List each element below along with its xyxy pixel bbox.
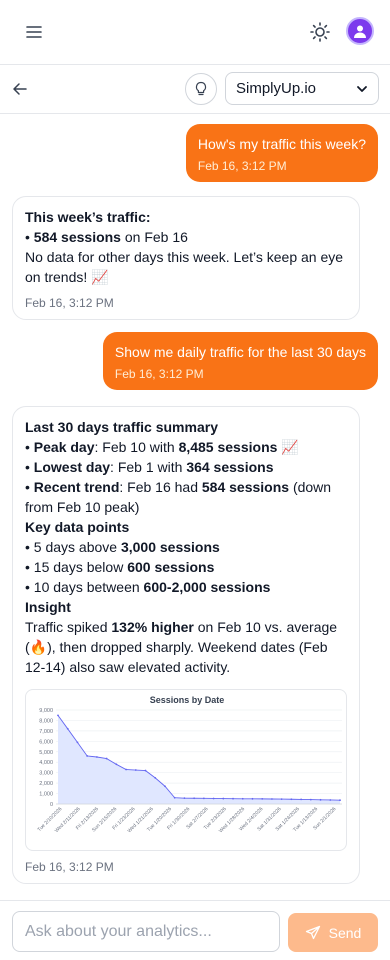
y-tick-label: 8,000 xyxy=(39,718,53,724)
data-point xyxy=(241,797,244,800)
arrow-left-icon[interactable] xyxy=(10,79,30,99)
data-point xyxy=(329,799,332,801)
lightbulb-icon xyxy=(195,81,207,96)
message-text: How's my traffic this week? xyxy=(197,136,366,152)
data-point xyxy=(222,797,225,800)
area-fill xyxy=(58,715,340,804)
chart-title: Sessions by Date xyxy=(150,695,225,705)
data-point xyxy=(300,798,303,801)
message-timestamp: Feb 16, 3:12 PM xyxy=(25,860,114,874)
y-tick-label: 2,000 xyxy=(39,781,53,787)
data-point xyxy=(290,798,293,801)
hamburger-icon[interactable] xyxy=(24,22,44,42)
message-heading: Last 30 days traffic summary xyxy=(25,419,218,435)
sessions-chart: Sessions by Date 0 1,000 2,000 3,000 4,000 5,0… xyxy=(25,689,347,851)
y-tick-label: 6,000 xyxy=(39,739,53,745)
data-point xyxy=(86,755,89,757)
data-point xyxy=(105,757,108,760)
site-select-value: SimplyUp.io xyxy=(236,80,317,97)
data-point xyxy=(183,797,186,800)
data-point xyxy=(193,797,196,800)
data-point xyxy=(319,798,322,801)
user-message: Show me daily traffic for the last 30 da… xyxy=(102,332,378,390)
assistant-message: Last 30 days traffic summary • Peak day:… xyxy=(12,406,360,884)
y-tick-label: 1,000 xyxy=(39,792,53,798)
y-tick-label: 7,000 xyxy=(39,729,53,735)
chat-toolbar: SimplyUp.io xyxy=(0,65,390,114)
y-tick-label: 4,000 xyxy=(39,760,53,766)
y-tick-label: 5,000 xyxy=(39,750,53,756)
data-point xyxy=(164,785,166,788)
section-heading: Key data points xyxy=(25,519,130,535)
data-point xyxy=(154,776,157,779)
message-line: • 5 days above 3,000 sessions xyxy=(25,539,220,555)
send-label: Send xyxy=(328,924,362,941)
data-point xyxy=(339,799,341,802)
data-point xyxy=(76,741,79,744)
data-point xyxy=(125,768,127,771)
chat-input[interactable] xyxy=(12,911,280,952)
data-point xyxy=(134,769,137,771)
data-point xyxy=(309,798,312,801)
y-tick-label: 0 xyxy=(50,802,53,808)
site-select[interactable]: SimplyUp.io xyxy=(225,72,379,105)
message-line: No data for other days this week. Let’s … xyxy=(25,249,344,285)
message-timestamp: Feb 16, 3:12 PM xyxy=(25,296,114,310)
data-point xyxy=(95,756,98,758)
chart-svg: Sessions by Date 0 1,000 2,000 3,000 4,000 5,0… xyxy=(36,695,342,834)
data-point xyxy=(251,797,254,800)
message-line: • Lowest day: Feb 1 with 364 sessions xyxy=(25,459,274,475)
message-line: • 584 sessions on Feb 16 xyxy=(25,229,188,245)
message-timestamp: Feb 16, 3:12 PM xyxy=(114,367,204,381)
data-point xyxy=(212,797,215,800)
section-heading: Insight xyxy=(25,599,71,615)
message-heading: This week’s traffic: xyxy=(25,209,151,225)
data-point xyxy=(115,763,118,766)
paper-plane-icon xyxy=(305,925,320,939)
y-tick-label: 9,000 xyxy=(39,708,53,714)
message-line: • 15 days below 600 sessions xyxy=(25,559,215,575)
data-point xyxy=(202,797,205,800)
send-button[interactable]: Send xyxy=(288,913,378,952)
message-text: Show me daily traffic for the last 30 da… xyxy=(114,344,366,360)
message-line: • Peak day: Feb 10 with 8,485 sessions 📈 xyxy=(25,439,299,455)
chevron-down-icon xyxy=(357,85,367,92)
user-avatar[interactable] xyxy=(346,17,374,45)
top-bar xyxy=(0,0,390,65)
user-message: How's my traffic this week? Feb 16, 3:12… xyxy=(185,124,378,182)
data-point xyxy=(57,714,59,717)
message-line: • Recent trend: Feb 16 had 584 sessions … xyxy=(25,479,332,515)
data-point xyxy=(232,797,234,800)
data-point xyxy=(66,727,69,730)
message-timestamp: Feb 16, 3:12 PM xyxy=(197,159,287,173)
assistant-message: This week’s traffic: • 584 sessions on F… xyxy=(12,196,360,320)
composer: Send xyxy=(0,900,390,960)
data-point xyxy=(173,796,176,799)
message-line: • 10 days between 600-2,000 sessions xyxy=(25,579,271,595)
y-tick-label: 3,000 xyxy=(39,771,53,777)
data-point xyxy=(144,769,147,772)
user-icon xyxy=(354,25,366,38)
data-point xyxy=(271,798,273,800)
data-point xyxy=(261,797,264,800)
suggestions-button[interactable] xyxy=(185,73,217,105)
message-line: Traffic spiked 132% higher on Feb 10 vs.… xyxy=(25,619,338,675)
data-point xyxy=(280,798,283,800)
sun-icon[interactable] xyxy=(309,21,331,43)
